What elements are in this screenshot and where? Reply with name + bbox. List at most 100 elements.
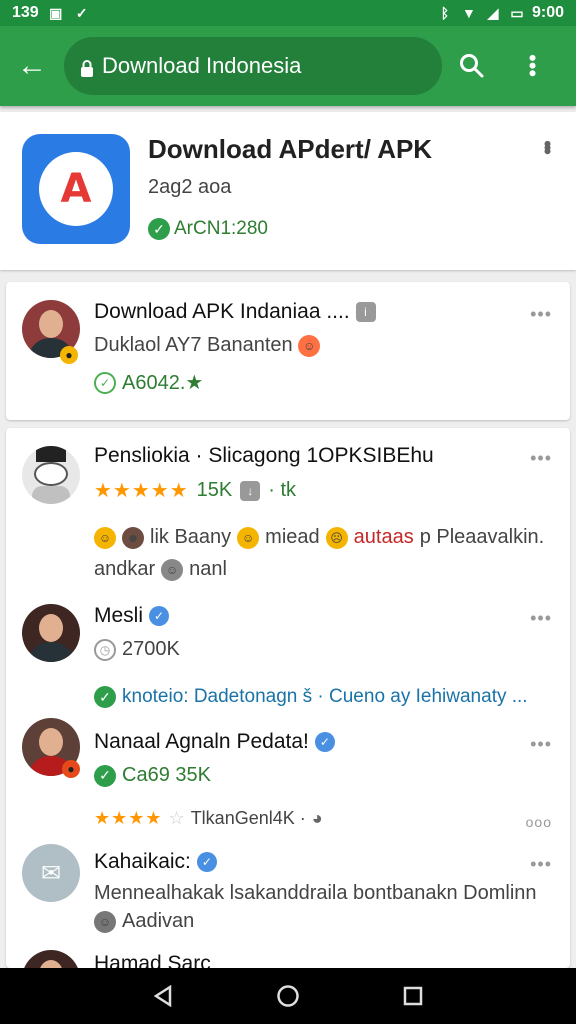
person-emoji-icon: ☻: [122, 526, 144, 549]
avatar: [22, 604, 80, 662]
rating-text: TlkanGenl4K ·: [190, 808, 306, 828]
signal-icon: ◢: [487, 4, 499, 21]
feed-item-title: Pensliokia · Slicagong 1OPKSIBEhu: [94, 444, 434, 467]
status-bar: 139 ▣ ✓ ᛒ ▼ ◢ ▭ 9:00: [0, 0, 576, 26]
feed-item-footer: ☺ Aadivan: [94, 910, 194, 933]
arrow-left-icon: ←: [17, 49, 47, 82]
wifi-icon: ▼: [462, 5, 476, 21]
more-horiz-icon[interactable]: ooo: [526, 814, 552, 830]
feed-item-link-text: knoteio: Dadetonagn š · Cueno ay Iehiwan…: [122, 686, 528, 707]
feed-item-title: Kahaikaic: ✓: [94, 850, 217, 874]
url-bar[interactable]: Download Indonesia: [64, 37, 442, 95]
more-horiz-icon[interactable]: •••: [530, 304, 552, 325]
rating-stars: ★★★★★: [94, 480, 189, 502]
body-text-e: andkar: [94, 558, 156, 580]
feed-item-rating: ★★★★★ 15K ↓ · tk: [94, 478, 296, 503]
card-title-text: Download APK Indaniaa ....: [94, 300, 350, 323]
image-notification-icon: ▣: [49, 4, 63, 21]
card-subtitle-text: Duklaol AY7 Bananten: [94, 334, 293, 356]
emoji-icon: ☺: [94, 526, 116, 549]
avatar-face: [39, 310, 63, 338]
app-version-text: ArCN1:280: [174, 218, 268, 239]
empty-star-icon: ☆: [168, 808, 185, 828]
feed-item-title-text: Nanaal Agnaln Pedata!: [94, 730, 309, 753]
mail-icon: ✉: [40, 859, 62, 887]
face-icon: ☺: [94, 910, 116, 933]
rating-suffix: · tk: [268, 479, 297, 501]
feed-item-count-text: 2700K: [122, 638, 180, 660]
status-time-right: 9:00: [531, 4, 564, 21]
verified-check-icon: ✓: [148, 218, 170, 240]
emoji-icon: ☺: [298, 334, 321, 357]
badge-icon: ●: [60, 346, 78, 364]
app-more-button[interactable]: •••: [535, 140, 560, 152]
feed-item-title: Mesli ✓: [94, 604, 170, 628]
nav-home-button[interactable]: [268, 976, 308, 1016]
card-title: Download APK Indaniaa .... i: [94, 300, 376, 324]
square-recents-icon: [404, 986, 423, 1006]
feed-item-body-2: andkar ☺ nanl: [94, 558, 227, 581]
avatar-body: [28, 642, 74, 662]
bluetooth-icon: ᛒ: [440, 5, 450, 21]
avatar-face: [39, 728, 63, 756]
feed-item-rating: ★★★★ ☆ TlkanGenl4K · ◕: [94, 808, 323, 829]
clock-icon: ◷: [94, 638, 116, 661]
body-text-b: miead: [265, 526, 320, 548]
download-icon: ↓: [240, 480, 261, 501]
app-logo: A: [39, 152, 113, 226]
app-title: Download APdert/ APK: [148, 134, 433, 164]
more-vert-icon: •••: [535, 140, 560, 152]
emoji-icon: ☺: [237, 526, 260, 549]
more-horiz-icon[interactable]: •••: [530, 854, 552, 875]
body-text-a: lik Baany: [150, 526, 232, 548]
status-time-left: 139: [12, 4, 39, 21]
more-horiz-icon[interactable]: •••: [530, 734, 552, 755]
check-notification-icon: ✓: [75, 4, 88, 21]
mascot-body: [32, 486, 70, 504]
circle-home-icon: [277, 985, 299, 1007]
verified-icon: ✓: [314, 732, 335, 752]
badge-icon: ●: [62, 760, 80, 778]
feed-item-link[interactable]: ✓ knoteio: Dadetonagn š · Cueno ay Iehiw…: [94, 686, 528, 708]
overflow-menu-button[interactable]: •••: [502, 36, 562, 96]
verified-icon: ✓: [149, 606, 170, 626]
hat-shape: [36, 446, 66, 462]
app-icon[interactable]: A: [22, 134, 130, 244]
avatar: [22, 950, 80, 968]
avatar: ✉: [22, 844, 80, 902]
feed-item-body: ☺ ☻ lik Baany ☺ miead ☹ autaas p Pleaava…: [94, 526, 544, 549]
emoji-icon: ☹: [325, 526, 348, 549]
feed-item-title: Nanaal Agnaln Pedata! ✓: [94, 730, 335, 754]
app-toolbar: ← Download Indonesia •••: [0, 26, 576, 106]
feed-item-count: ✓ Ca69 35K: [94, 764, 211, 787]
app-version: ✓ ArCN1:280: [148, 218, 268, 240]
card-meta-text: A6042.★: [122, 372, 204, 394]
check-icon: ✓: [94, 686, 116, 708]
more-horiz-icon[interactable]: •••: [530, 608, 552, 629]
more-horiz-icon[interactable]: •••: [530, 448, 552, 469]
info-icon: i: [355, 302, 376, 323]
card-meta: ✓ A6042.★: [94, 370, 203, 395]
visibility-off-icon: ◕: [311, 808, 323, 828]
lock-icon: [80, 57, 94, 77]
search-button[interactable]: [442, 36, 502, 96]
feed-item-title: Hamad Sarc: [94, 952, 211, 968]
result-card[interactable]: ● Download APK Indaniaa .... i Duklaol A…: [6, 282, 570, 420]
feed-item-footer-text: Aadivan: [122, 910, 195, 932]
rating-count: 15K: [196, 479, 233, 501]
more-vert-icon: •••: [520, 54, 545, 78]
body-text-f: nanl: [189, 558, 227, 580]
verified-icon: ✓: [196, 852, 217, 872]
nav-recents-button[interactable]: [393, 976, 433, 1016]
nav-back-button[interactable]: [143, 976, 183, 1016]
app-header-card: A Download APdert/ APK 2ag2 aoa ✓ ArCN1:…: [0, 112, 576, 270]
face-icon: ☺: [161, 558, 184, 581]
feed-item-body: Mennealhakak lsakanddraila bontbanakn Do…: [94, 882, 537, 904]
feed-card: Pensliokia · Slicagong 1OPKSIBEhu ••• ★★…: [6, 428, 570, 968]
avatar-face: [39, 960, 63, 968]
avatar: [22, 446, 80, 504]
card-subtitle: Duklaol AY7 Bananten ☺: [94, 334, 321, 357]
search-icon: [460, 54, 484, 78]
system-nav-bar: [0, 968, 576, 1024]
back-button[interactable]: ←: [0, 34, 64, 98]
